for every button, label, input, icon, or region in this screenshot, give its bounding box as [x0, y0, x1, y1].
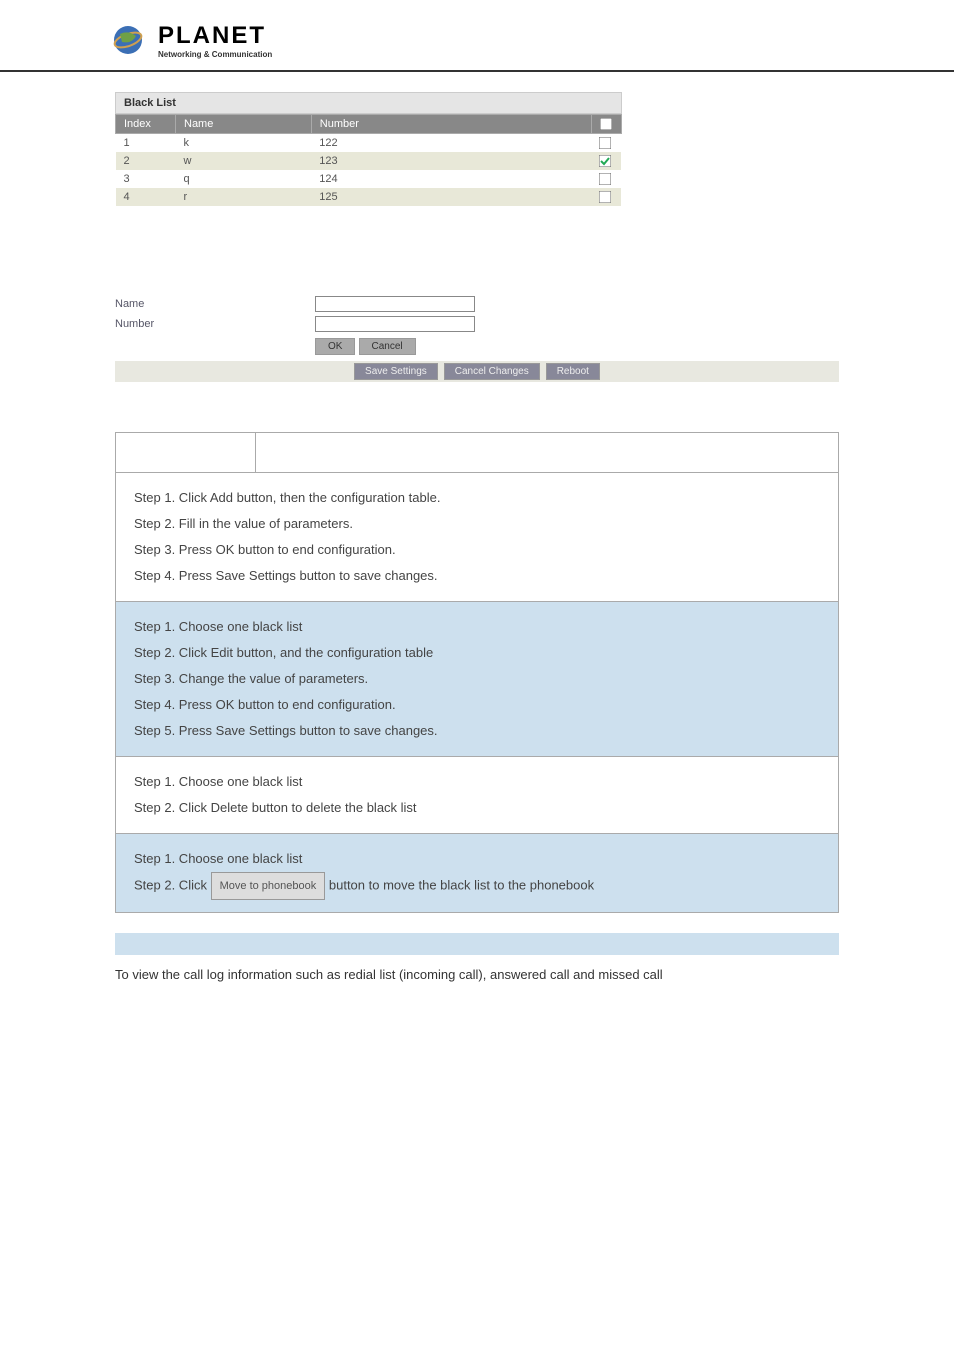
add-instructions: Step 1. Click Add button, then the confi…: [116, 473, 839, 602]
instructions-table: Step 1. Click Add button, then the confi…: [115, 432, 839, 913]
ok-button[interactable]: OK: [315, 338, 355, 355]
move-step2-post: button to move the black list to the pho…: [329, 878, 594, 893]
checkbox-icon[interactable]: [599, 191, 611, 203]
cancel-changes-button[interactable]: Cancel Changes: [444, 363, 540, 380]
planet-globe-icon: [110, 20, 150, 60]
table-row[interactable]: 2w123: [116, 152, 622, 170]
entry-form: Name Number OK Cancel Save Settings Canc…: [115, 296, 839, 382]
table-row[interactable]: 3q124: [116, 170, 622, 188]
page-header: PLANET Networking & Communication: [0, 0, 954, 72]
logo: PLANET Networking & Communication: [110, 20, 954, 60]
cancel-button[interactable]: Cancel: [359, 338, 416, 355]
col-index: Index: [116, 115, 176, 134]
table-row[interactable]: 4r125: [116, 188, 622, 206]
checkbox-icon[interactable]: [599, 155, 611, 167]
delete-instructions: Step 1. Choose one black listStep 2. Cli…: [116, 757, 839, 834]
move-to-phonebook-button[interactable]: Move to phonebook: [211, 872, 326, 900]
reboot-button[interactable]: Reboot: [546, 363, 600, 380]
col-number: Number: [311, 115, 591, 134]
edit-instructions: Step 1. Choose one black listStep 2. Cli…: [116, 602, 839, 757]
blacklist-section-title: Black List: [115, 92, 622, 114]
checkbox-icon[interactable]: [599, 173, 611, 185]
number-label: Number: [115, 318, 315, 330]
col-select-all[interactable]: [591, 115, 621, 134]
move-step1: Step 1. Choose one black list: [134, 851, 302, 866]
table-row[interactable]: 1k122: [116, 134, 622, 153]
name-label: Name: [115, 298, 315, 310]
logo-subtitle: Networking & Communication: [158, 50, 272, 59]
move-step2-pre: Step 2. Click: [134, 878, 207, 893]
logo-title: PLANET: [158, 22, 272, 50]
blacklist-table: Index Name Number 1k1222w1233q1244r125: [115, 114, 622, 206]
number-input[interactable]: [315, 316, 475, 332]
call-log-description: To view the call log information such as…: [115, 955, 839, 1002]
save-settings-button[interactable]: Save Settings: [354, 363, 438, 380]
move-instructions: Step 1. Choose one black list Step 2. Cl…: [116, 834, 839, 913]
name-input[interactable]: [315, 296, 475, 312]
section-divider: [115, 933, 839, 955]
col-name: Name: [176, 115, 312, 134]
checkbox-icon[interactable]: [599, 137, 611, 149]
